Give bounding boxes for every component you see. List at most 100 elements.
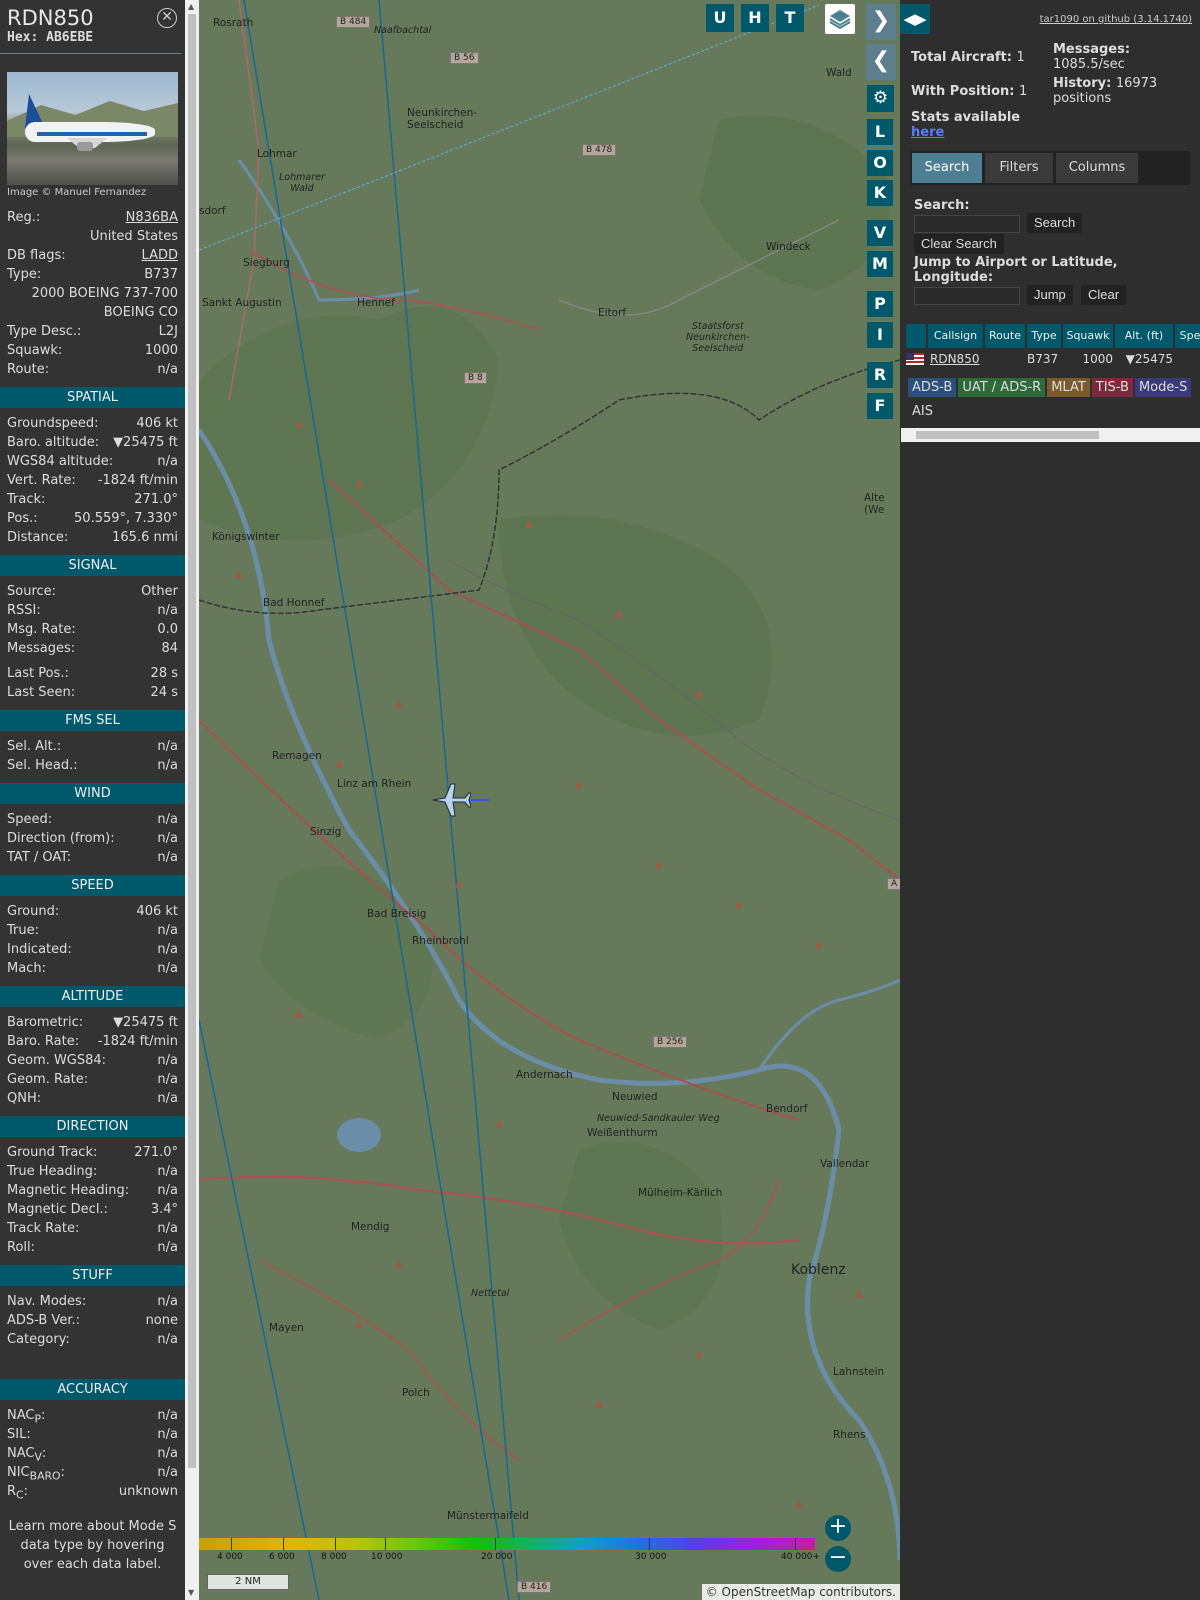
info-label[interactable]: RC: xyxy=(7,1482,28,1502)
cell-callsign[interactable]: RDN850 xyxy=(928,348,983,370)
toggle-v-button[interactable]: V xyxy=(867,220,893,246)
info-label[interactable]: TAT / OAT: xyxy=(7,848,71,867)
info-label[interactable]: Pos.: xyxy=(7,509,38,528)
info-link[interactable]: LADD xyxy=(142,246,178,265)
info-label[interactable]: Ground Track: xyxy=(7,1143,97,1162)
tab-filters[interactable]: Filters xyxy=(985,153,1053,183)
info-value: 1000 xyxy=(144,343,178,358)
info-label[interactable]: Sel. Head.: xyxy=(7,756,78,775)
toggle-i-button[interactable]: I xyxy=(867,322,893,348)
chevron-right-icon[interactable]: ❯ xyxy=(866,4,896,40)
info-label[interactable]: Baro. altitude: xyxy=(7,433,99,452)
info-label[interactable]: Messages: xyxy=(7,639,75,658)
info-label[interactable]: Groundspeed: xyxy=(7,414,98,433)
table-horizontal-scrollbar[interactable] xyxy=(901,428,1200,442)
map-attribution[interactable]: © OpenStreetMap contributors. xyxy=(701,1584,900,1600)
info-label[interactable]: ADS-B Ver.: xyxy=(7,1311,80,1330)
info-label[interactable]: SIL: xyxy=(7,1425,31,1444)
info-label[interactable]: True Heading: xyxy=(7,1162,97,1181)
clear-button[interactable]: Clear xyxy=(1081,285,1127,305)
info-value: n/a xyxy=(157,1183,178,1198)
info-label[interactable]: Barometric: xyxy=(7,1013,83,1032)
info-label[interactable]: NACP: xyxy=(7,1406,45,1426)
info-label[interactable]: Last Seen: xyxy=(7,683,75,702)
toggle-u-button[interactable]: U xyxy=(706,4,734,32)
aircraft-icon[interactable] xyxy=(431,782,471,818)
column-header-callsign[interactable]: Callsign xyxy=(928,324,983,348)
stats-link[interactable]: here xyxy=(911,125,944,140)
info-label[interactable]: Geom. WGS84: xyxy=(7,1051,106,1070)
tab-columns[interactable]: Columns xyxy=(1056,153,1138,183)
column-header-squawk[interactable]: Squawk xyxy=(1063,324,1113,348)
info-label[interactable]: Speed: xyxy=(7,810,52,829)
toggle-m-button[interactable]: M xyxy=(867,251,893,277)
toggle-t-button[interactable]: T xyxy=(776,4,804,32)
zoom-in-button[interactable]: + xyxy=(825,1515,851,1541)
info-value: n/a xyxy=(157,1091,178,1106)
info-label[interactable]: Nav. Modes: xyxy=(7,1292,86,1311)
info-panel-scrollbar[interactable]: ▲ ▼ xyxy=(185,0,199,1600)
info-label[interactable]: Track: xyxy=(7,490,45,509)
aircraft-photo[interactable] xyxy=(7,72,178,185)
info-label[interactable]: Mach: xyxy=(7,959,46,978)
info-label[interactable]: Magnetic Heading: xyxy=(7,1181,129,1200)
info-label[interactable]: Source: xyxy=(7,582,56,601)
toggle-l-button[interactable]: L xyxy=(867,119,893,145)
close-icon[interactable]: ✕ xyxy=(157,8,177,28)
map-label-lohmar: Lohmar xyxy=(257,148,297,160)
chevron-left-icon[interactable]: ❮ xyxy=(866,44,896,80)
legend-label: 6 000 xyxy=(269,1552,295,1562)
column-header-flag[interactable] xyxy=(906,324,926,348)
info-label[interactable]: Category: xyxy=(7,1330,70,1349)
info-label[interactable]: NACV: xyxy=(7,1444,46,1464)
map-view[interactable]: Rosrath Naafbachtal Neunkirchen- Seelschei… xyxy=(199,0,900,1600)
info-label[interactable]: RSSI: xyxy=(7,601,41,620)
info-label[interactable]: Vert. Rate: xyxy=(7,471,76,490)
info-label[interactable]: True: xyxy=(7,921,39,940)
column-header-type[interactable]: Type xyxy=(1027,324,1061,348)
info-label[interactable]: Indicated: xyxy=(7,940,72,959)
toggle-f-button[interactable]: F xyxy=(867,393,893,419)
search-button[interactable]: Search xyxy=(1027,213,1083,233)
source-ais: AIS xyxy=(912,404,933,419)
info-label: Type: xyxy=(7,267,42,282)
info-value: B737 xyxy=(144,267,178,282)
info-label[interactable]: WGS84 altitude: xyxy=(7,452,113,471)
github-link[interactable]: tar1090 on github (3.14.1740) xyxy=(1040,14,1192,25)
info-label[interactable]: Track Rate: xyxy=(7,1219,79,1238)
info-label[interactable]: NICBARO: xyxy=(7,1463,65,1483)
column-header-route[interactable]: Route xyxy=(985,324,1025,348)
info-label[interactable]: Direction (from): xyxy=(7,829,115,848)
column-header-spe[interactable]: Spe xyxy=(1175,324,1200,348)
section-header-altitude: ALTITUDE xyxy=(0,986,185,1007)
zoom-out-button[interactable]: − xyxy=(825,1546,851,1572)
toggle-r-button[interactable]: R xyxy=(867,362,893,388)
info-label[interactable]: Distance: xyxy=(7,528,68,547)
toggle-p-button[interactable]: P xyxy=(867,291,893,317)
info-label[interactable]: Ground: xyxy=(7,902,59,921)
info-label[interactable]: Last Pos.: xyxy=(7,664,69,683)
swap-panels-icon[interactable]: ◀▶ xyxy=(900,4,930,34)
jump-input[interactable] xyxy=(914,287,1020,305)
info-label[interactable]: Sel. Alt.: xyxy=(7,737,61,756)
stats-available: Stats available here xyxy=(911,110,1021,140)
info-label[interactable]: Magnetic Decl.: xyxy=(7,1200,108,1219)
layers-icon[interactable] xyxy=(825,4,855,34)
info-value: 271.0° xyxy=(134,492,178,507)
info-label[interactable]: QNH: xyxy=(7,1089,41,1108)
tab-search[interactable]: Search xyxy=(912,153,982,183)
clear-search-button[interactable]: Clear Search xyxy=(914,234,1004,254)
toggle-o-button[interactable]: O xyxy=(867,150,893,176)
info-label[interactable]: Msg. Rate: xyxy=(7,620,76,639)
table-row[interactable]: RDN850 B737 1000 ▼25475 xyxy=(906,348,1200,370)
jump-button[interactable]: Jump xyxy=(1027,285,1073,305)
toggle-h-button[interactable]: H xyxy=(741,4,769,32)
gear-icon[interactable]: ⚙ xyxy=(867,85,894,112)
toggle-k-button[interactable]: K xyxy=(867,180,893,206)
info-label[interactable]: Roll: xyxy=(7,1238,35,1257)
column-header-alt-ft[interactable]: Alt. (ft) xyxy=(1115,324,1173,348)
search-input[interactable] xyxy=(914,215,1020,233)
info-label[interactable]: Geom. Rate: xyxy=(7,1070,88,1089)
info-label[interactable]: Baro. Rate: xyxy=(7,1032,79,1051)
info-link[interactable]: N836BA xyxy=(126,208,178,227)
